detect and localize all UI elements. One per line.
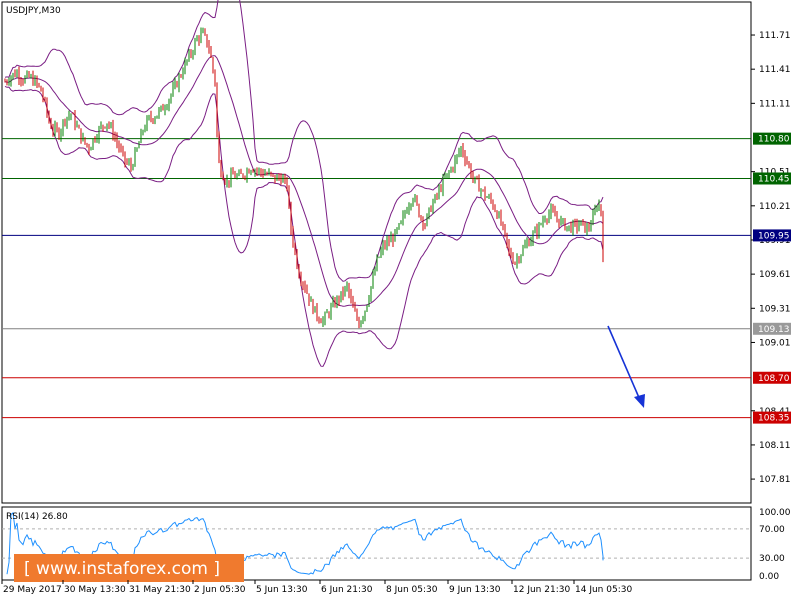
price-tick-label-7: 109.31 bbox=[759, 304, 791, 314]
watermark-text: [ www.instaforex.com ] bbox=[24, 559, 220, 579]
time-tick-label-1: 30 May 13:30 bbox=[64, 585, 126, 595]
time-tick-label-5: 6 Jun 21:30 bbox=[321, 585, 373, 595]
time-tick-label-7: 9 Jun 13:30 bbox=[449, 585, 501, 595]
instaforex-watermark: [ www.instaforex.com ] bbox=[14, 554, 244, 582]
chart-background bbox=[0, 0, 800, 600]
rsi-label: RSI(14) 26.80 bbox=[6, 512, 68, 522]
price-tick-label-11: 107.81 bbox=[759, 475, 791, 485]
level-tag-3: 109.13 bbox=[758, 325, 790, 335]
time-tick-label-6: 8 Jun 05:30 bbox=[386, 585, 438, 595]
price-tick-label-8: 109.01 bbox=[759, 338, 791, 348]
rsi-tick-label-1: 70.00 bbox=[759, 525, 785, 535]
time-tick-label-3: 2 Jun 05:30 bbox=[194, 585, 246, 595]
price-tick-label-6: 109.61 bbox=[759, 270, 791, 280]
rsi-tick-label-2: 30.00 bbox=[759, 554, 785, 564]
time-tick-label-8: 12 Jun 21:30 bbox=[513, 585, 570, 595]
level-tag-1: 110.45 bbox=[758, 174, 790, 184]
rsi-tick-label-0: 100.00 bbox=[759, 508, 791, 518]
usdjpy-chart: 111.71111.41111.11110.51110.21109.91109.… bbox=[0, 0, 800, 600]
level-tag-5: 108.35 bbox=[758, 414, 790, 424]
price-tick-label-1: 111.41 bbox=[759, 65, 791, 75]
price-tick-label-2: 111.11 bbox=[759, 99, 791, 109]
price-tick-label-4: 110.21 bbox=[759, 202, 791, 212]
time-tick-label-4: 5 Jun 13:30 bbox=[256, 585, 308, 595]
price-tick-label-10: 108.11 bbox=[759, 441, 791, 451]
time-tick-label-0: 29 May 2017 bbox=[3, 585, 62, 595]
time-tick-label-2: 31 May 21:30 bbox=[129, 585, 191, 595]
level-tag-4: 108.70 bbox=[758, 374, 790, 384]
level-tag-0: 110.80 bbox=[758, 135, 790, 145]
time-tick-label-9: 14 Jun 05:30 bbox=[575, 585, 632, 595]
price-tick-label-0: 111.71 bbox=[759, 31, 791, 41]
symbol-label: USDJPY,M30 bbox=[6, 6, 61, 16]
rsi-tick-label-3: 0.00 bbox=[759, 572, 779, 582]
level-tag-2: 109.95 bbox=[758, 231, 790, 241]
